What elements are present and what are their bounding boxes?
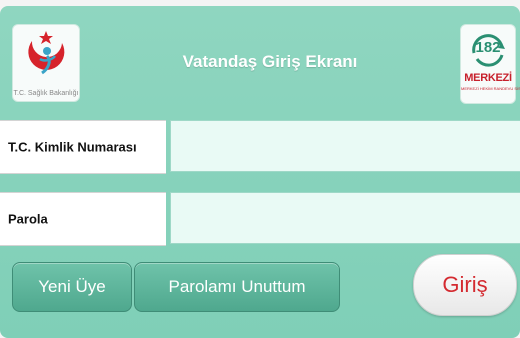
ministry-of-health-logo-icon	[28, 31, 65, 75]
password-label: Parola	[8, 211, 48, 227]
ministry-logo: T.C. Sağlık Bakanlığı	[12, 24, 80, 102]
182-merkezi-logo: 182 MERKEZİ MERKEZİ HEKİM RANDEVU SİSTEM…	[460, 24, 520, 104]
password-input[interactable]	[170, 192, 520, 244]
login-button[interactable]: Giriş	[413, 254, 517, 316]
register-button[interactable]: Yeni Üye	[12, 262, 132, 312]
logo-word: MERKEZİ	[464, 72, 512, 84]
logo-subtitle: MERKEZİ HEKİM RANDEVU SİSTEMİ	[461, 86, 520, 91]
forgot-password-button[interactable]: Parolamı Unuttum	[134, 262, 340, 312]
tc-label-box: T.C. Kimlik Numarası	[0, 120, 166, 174]
logo-number: 182	[475, 39, 501, 56]
page-title: Vatandaş Giriş Ekranı	[182, 52, 358, 71]
password-label-box: Parola	[0, 192, 166, 246]
tc-kimlik-input[interactable]	[170, 120, 520, 172]
ministry-logo-caption: T.C. Sağlık Bakanlığı	[13, 90, 79, 97]
tc-label: T.C. Kimlik Numarası	[8, 139, 137, 155]
